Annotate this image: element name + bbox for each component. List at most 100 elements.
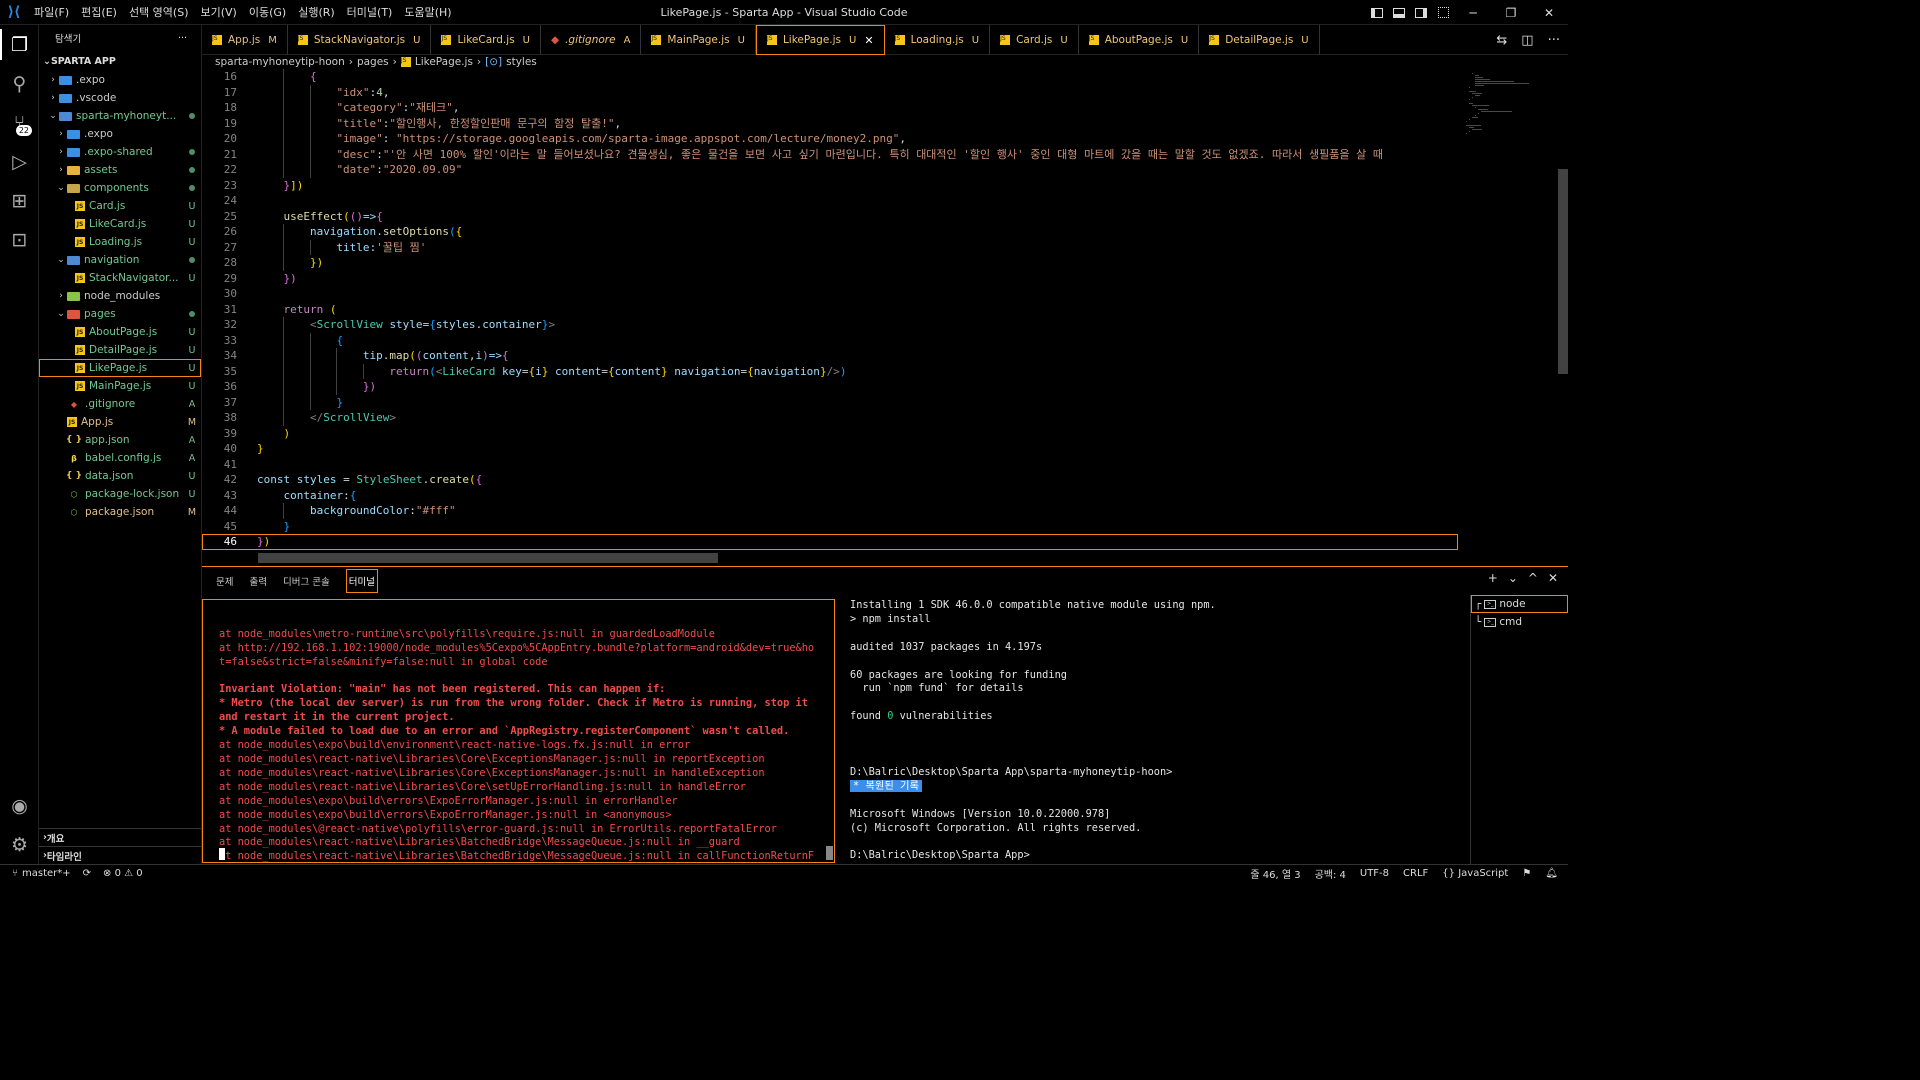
menu-go[interactable]: 이동(G) — [243, 0, 292, 25]
horizontal-scrollbar[interactable] — [258, 553, 718, 563]
indentation[interactable]: 공백: 4 — [1315, 866, 1346, 881]
menu-view[interactable]: 보기(V) — [194, 0, 242, 25]
new-terminal-icon[interactable]: + — [1488, 571, 1498, 585]
search-icon[interactable]: ⚲ — [0, 64, 39, 103]
breadcrumb-folder[interactable]: pages — [357, 56, 389, 68]
close-window-icon[interactable]: ✕ — [1530, 0, 1568, 25]
menu-help[interactable]: 도움말(H) — [398, 0, 457, 25]
workspace-section[interactable]: ⌄ SPARTA APP — [39, 51, 201, 71]
tab-debug-console[interactable]: 디버그 콘솔 — [283, 574, 330, 588]
source-control-icon[interactable]: ⑂ 22 — [0, 103, 39, 142]
timeline-section[interactable]: › 타임라인 — [39, 846, 201, 864]
breadcrumb-separator: › — [348, 56, 353, 68]
explorer-more-icon[interactable]: ··· — [178, 33, 187, 44]
tree-item[interactable]: ⌄ components — [39, 179, 201, 197]
encoding[interactable]: UTF-8 — [1360, 868, 1389, 879]
menu-selection[interactable]: 선택 영역(S) — [123, 0, 195, 25]
terminal-node[interactable]: at node_modules\metro-runtime\src\polyfi… — [202, 599, 835, 863]
code-editor[interactable]: 16{17 "idx":4, 18 "category":"재테크", 19 "title… — [202, 69, 1464, 557]
close-tab-icon[interactable]: ✕ — [864, 34, 873, 47]
editor-tab[interactable]: JS MainPage.js U — [641, 25, 756, 55]
editor-tab[interactable]: JS StackNavigator.js U — [288, 25, 432, 55]
tree-item[interactable]: JS AboutPage.js U — [39, 323, 201, 341]
tree-item[interactable]: ⌄ pages — [39, 305, 201, 323]
toggle-panel-icon[interactable] — [1390, 6, 1408, 20]
tab-terminal[interactable]: 터미널 — [345, 569, 378, 593]
tree-item[interactable]: { } data.json U — [39, 467, 201, 485]
settings-gear-icon[interactable]: ⚙ — [0, 825, 39, 864]
tree-item[interactable]: ⌄ sparta-myhoneyt... — [39, 107, 201, 125]
compare-changes-icon[interactable]: ⇆ — [1496, 33, 1507, 48]
git-branch[interactable]: master*+ — [22, 868, 71, 879]
cursor-position[interactable]: 줄 46, 열 3 — [1250, 866, 1300, 881]
tree-item[interactable]: JS StackNavigator... U — [39, 269, 201, 287]
toggle-secondary-sidebar-icon[interactable] — [1412, 6, 1430, 20]
tree-item[interactable]: JS DetailPage.js U — [39, 341, 201, 359]
tree-item[interactable]: ◆ .gitignore A — [39, 395, 201, 413]
tree-item[interactable]: › assets — [39, 161, 201, 179]
customize-layout-icon[interactable] — [1434, 6, 1452, 20]
breadcrumb-folder[interactable]: sparta-myhoneytip-hoon — [215, 56, 345, 68]
tree-item[interactable]: JS Loading.js U — [39, 233, 201, 251]
split-editor-icon[interactable]: ◫ — [1521, 33, 1533, 48]
restore-icon[interactable]: ❐ — [1492, 0, 1530, 25]
tree-item[interactable]: › .expo-shared — [39, 143, 201, 161]
breadcrumb-file[interactable]: LikePage.js — [415, 56, 473, 68]
terminal-cmd[interactable]: Installing 1 SDK 46.0.0 compatible nativ… — [850, 599, 1468, 865]
tree-item[interactable]: JS App.js M — [39, 413, 201, 431]
tree-item[interactable]: JS LikeCard.js U — [39, 215, 201, 233]
feedback-icon[interactable]: ⚑ — [1522, 868, 1531, 879]
editor-tab[interactable]: JS DetailPage.js U — [1199, 25, 1320, 55]
menu-run[interactable]: 실행(R) — [292, 0, 340, 25]
toggle-sidebar-icon[interactable] — [1368, 6, 1386, 20]
terminal-dropdown-icon[interactable]: ⌄ — [1508, 571, 1518, 585]
explorer-icon[interactable]: ❐ — [0, 25, 39, 64]
menu-terminal[interactable]: 터미널(T) — [341, 0, 399, 25]
minimize-icon[interactable]: ─ — [1454, 0, 1492, 25]
vertical-scrollbar[interactable] — [1558, 169, 1568, 374]
sync-icon[interactable]: ⟳ — [83, 868, 91, 879]
editor-tab[interactable]: JS LikePage.js U ✕ — [755, 25, 885, 55]
tree-item[interactable]: › .expo — [39, 125, 201, 143]
tree-item[interactable]: JS LikePage.js U — [39, 359, 201, 377]
editor-tab[interactable]: JS Card.js U — [990, 25, 1079, 55]
editor-tab[interactable]: JS AboutPage.js U — [1079, 25, 1200, 55]
notifications-icon[interactable]: 🔔︎ — [1545, 868, 1558, 879]
tree-item[interactable]: › node_modules — [39, 287, 201, 305]
more-icon[interactable]: ··· — [1548, 33, 1560, 48]
problems-status[interactable]: ⊗ 0 ⚠ 0 — [103, 868, 143, 879]
editor-tab[interactable]: JS App.js M — [202, 25, 288, 55]
line-ending[interactable]: CRLF — [1403, 868, 1428, 879]
tree-item[interactable]: { } app.json A — [39, 431, 201, 449]
terminal-item-node[interactable]: ┌ >_ node — [1471, 595, 1568, 613]
tree-item[interactable]: JS Card.js U — [39, 197, 201, 215]
tree-item[interactable]: › .expo — [39, 71, 201, 89]
maximize-panel-icon[interactable]: ^ — [1528, 571, 1538, 585]
close-panel-icon[interactable]: ✕ — [1548, 571, 1558, 585]
editor-tab[interactable]: JS LikeCard.js U — [431, 25, 541, 55]
menu-file[interactable]: 파일(F) — [28, 0, 75, 25]
language-mode[interactable]: {} JavaScript — [1442, 868, 1508, 879]
tree-item[interactable]: β babel.config.js A — [39, 449, 201, 467]
tree-item[interactable]: ⬡ package-lock.json U — [39, 485, 201, 503]
editor-tab[interactable]: JS Loading.js U — [885, 25, 991, 55]
tab-output[interactable]: 출력 — [249, 574, 266, 588]
terminal-scrollbar[interactable] — [826, 846, 833, 860]
extensions-icon[interactable]: ⊞ — [0, 181, 39, 220]
breadcrumb-symbol[interactable]: styles — [506, 56, 537, 68]
tree-item[interactable]: ⬡ package.json M — [39, 503, 201, 521]
terminal-item-cmd[interactable]: └ >_ cmd — [1471, 613, 1568, 631]
account-icon[interactable]: ◉ — [0, 786, 39, 825]
minimap[interactable] — [1464, 69, 1558, 557]
tree-item[interactable]: › .vscode — [39, 89, 201, 107]
minimap-line — [1475, 85, 1484, 86]
tree-item[interactable]: ⌄ navigation — [39, 251, 201, 269]
run-debug-icon[interactable]: ▷ — [0, 142, 39, 181]
menu-edit[interactable]: 편집(E) — [75, 0, 123, 25]
outline-section[interactable]: › 개요 — [39, 828, 201, 846]
tab-problems[interactable]: 문제 — [216, 574, 233, 588]
tree-item[interactable]: JS MainPage.js U — [39, 377, 201, 395]
remote-explorer-icon[interactable]: ⊡ — [0, 220, 39, 259]
editor-tab[interactable]: ◆ .gitignore A — [541, 25, 642, 55]
line-code: "image": "https://storage.googleapis.com… — [336, 131, 906, 147]
